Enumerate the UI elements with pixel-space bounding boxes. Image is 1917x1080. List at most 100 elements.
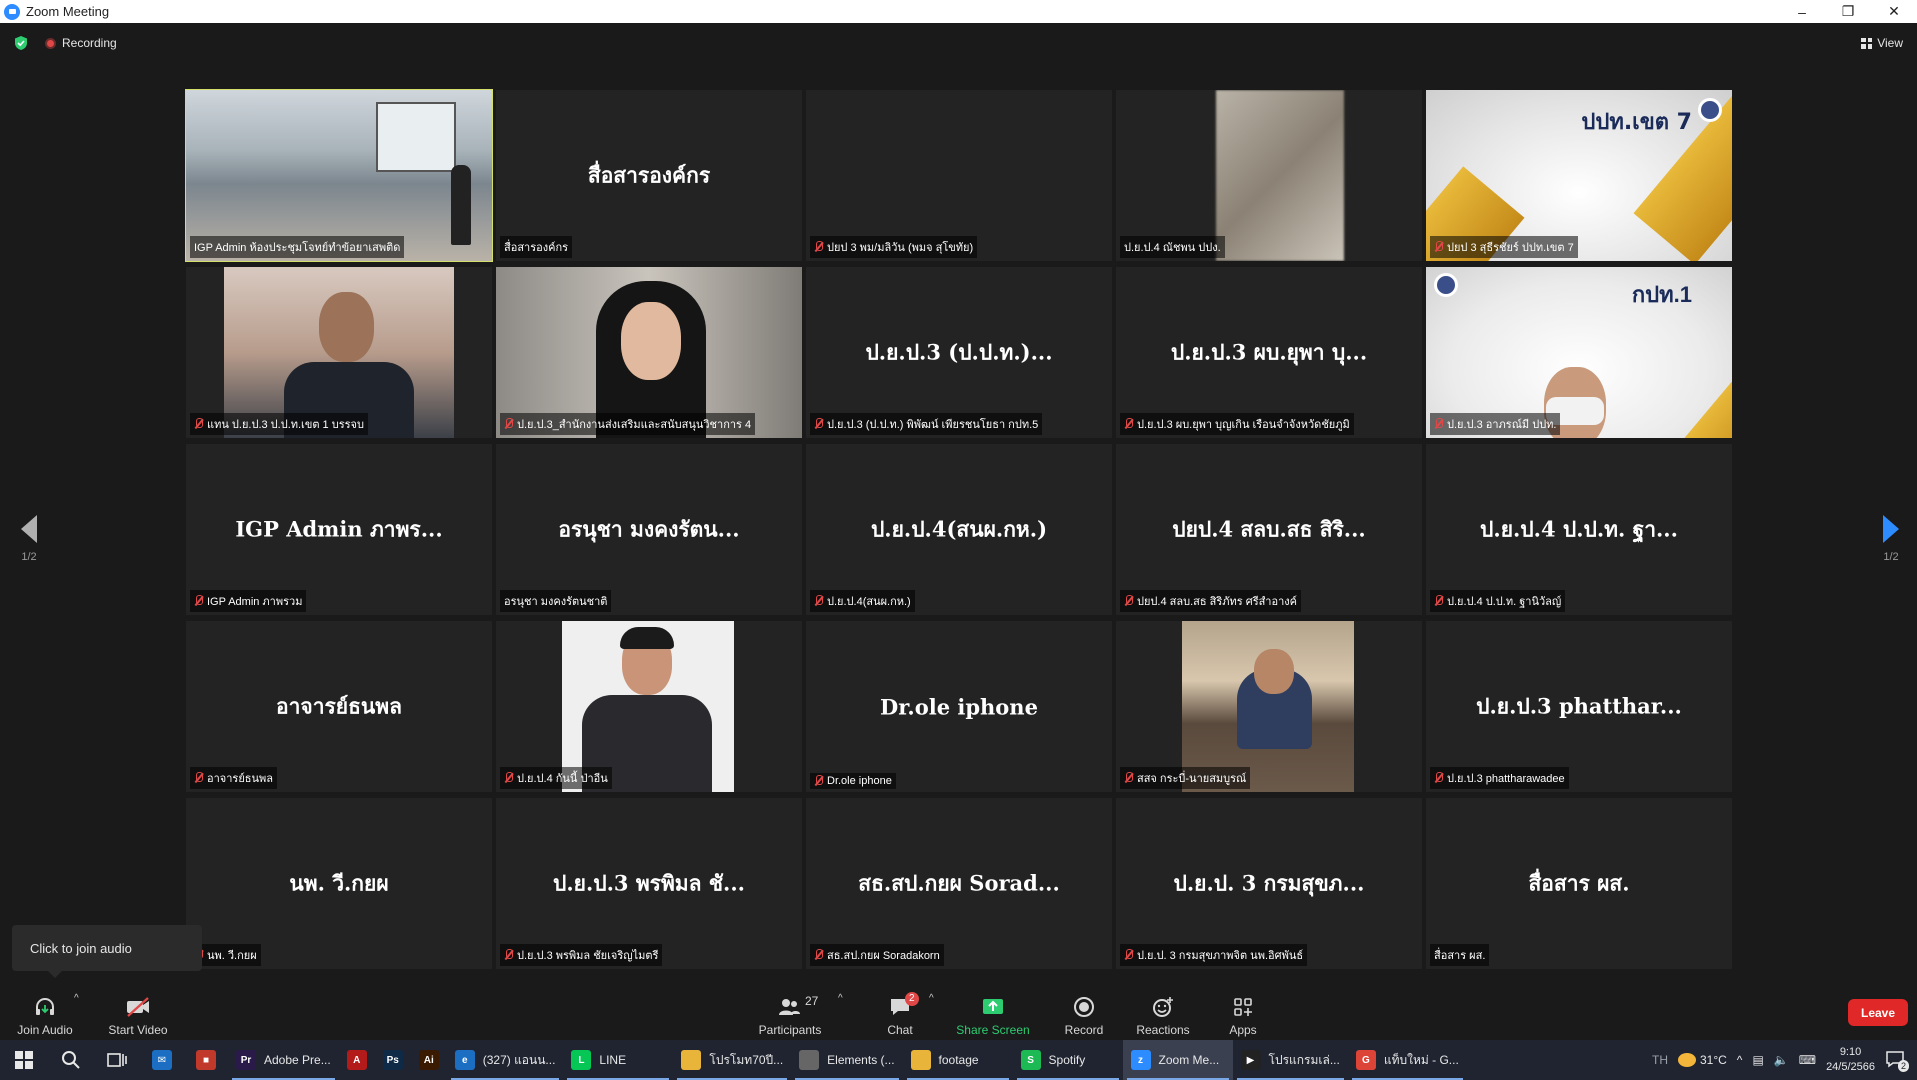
close-button[interactable]: ✕ <box>1871 0 1917 23</box>
taskbar-mail-button[interactable]: ✉ <box>140 1040 184 1080</box>
clock-date: 24/5/2566 <box>1826 1061 1875 1073</box>
taskbar-app-button[interactable]: footage <box>903 1040 1013 1080</box>
participant-tile[interactable]: IGP Admin ภาพร... IGP Admin ภาพรวม <box>186 444 492 615</box>
participant-tile[interactable]: แทน ป.ย.ป.3 ป.ป.ท.เขต 1 บรรจบ <box>186 267 492 438</box>
mic-muted-icon <box>1434 772 1443 784</box>
participant-tile[interactable]: กปท.1 ป.ย.ป.3 อาภรณ์มี ปปท. <box>1426 267 1732 438</box>
next-page-button[interactable]: 1/2 <box>1880 515 1902 563</box>
join-audio-button[interactable]: Join Audio <box>14 989 76 1037</box>
participant-tile[interactable]: ป.ย.ป. 3 กรมสุขภ... ป.ย.ป. 3 กรมสุขภาพจิต… <box>1116 798 1422 969</box>
mic-muted-icon <box>1124 595 1133 607</box>
security-shield-icon[interactable] <box>13 35 29 51</box>
taskbar-app-button[interactable]: ■ <box>184 1040 228 1080</box>
mic-muted-icon <box>504 949 513 961</box>
volume-icon[interactable]: 🔈 <box>1774 1053 1789 1067</box>
reactions-label: Reactions <box>1136 1023 1190 1037</box>
participant-tile[interactable]: Dr.ole iphone Dr.ole iphone <box>806 621 1112 792</box>
chat-options-caret-icon[interactable]: ^ <box>929 993 934 1004</box>
taskbar-app-button[interactable]: Ai <box>411 1040 447 1080</box>
participant-name-tag: ป.ย.ป.4 ณัชพน ปปง. <box>1120 236 1225 258</box>
participant-tile[interactable]: ป.ย.ป.3_สำนักงานส่งเสริมและสนับสนุนวิชาก… <box>496 267 802 438</box>
taskbar-app-button[interactable]: e (327) แอนน... <box>447 1040 564 1080</box>
notifications-button[interactable]: 2 <box>1885 1050 1909 1072</box>
participant-tile[interactable]: อรนุชา มงคงรัตน... อรนุชา มงคงรัตนชาติ <box>496 444 802 615</box>
share-screen-label: Share Screen <box>956 1023 1030 1037</box>
chat-button[interactable]: 2 Chat <box>880 989 920 1037</box>
restore-button[interactable]: ❐ <box>1825 0 1871 23</box>
previous-page-button[interactable]: 1/2 <box>18 515 40 563</box>
participant-name-tag: IGP Admin ภาพรวม <box>190 590 307 612</box>
weather-widget[interactable]: 31°C <box>1677 1053 1727 1067</box>
taskbar-app-button[interactable]: z Zoom Me... <box>1122 1040 1233 1080</box>
participant-tile[interactable]: สื่อสาร ผส. สื่อสาร ผส. <box>1426 798 1732 969</box>
participant-tile[interactable]: ป.ย.ป.3 พรพิมล ชั... ป.ย.ป.3 พรพิมล ชัยเจ… <box>496 798 802 969</box>
chat-badge: 2 <box>905 992 919 1006</box>
record-label: Record <box>1064 1023 1104 1037</box>
participants-options-caret-icon[interactable]: ^ <box>838 993 843 1004</box>
participant-tile[interactable]: ป.ย.ป.3 phatthar... ป.ย.ป.3 phattharawade… <box>1426 621 1732 792</box>
participant-tile[interactable]: IGP Admin ห้องประชุมโจทย์ทำข้อยาเสพติด <box>185 89 493 262</box>
taskbar-app-button[interactable]: Pr Adobe Pre... <box>228 1040 339 1080</box>
taskbar-app-button[interactable]: ▶ โปรแกรมเล่... <box>1233 1040 1348 1080</box>
minimize-button[interactable]: – <box>1779 0 1825 23</box>
start-button[interactable] <box>0 1040 48 1080</box>
participant-name: ป.ย.ป. 3 กรมสุขภาพจิต นพ.อิศพันธ์ <box>1137 950 1304 962</box>
participant-tile[interactable]: ป.ย.ป.3 ผบ.ยุพา บุ... ป.ย.ป.3 ผบ.ยุพา บุญ… <box>1116 267 1422 438</box>
taskbar-app-button[interactable]: L LINE <box>563 1040 673 1080</box>
participant-name-tag: ป.ย.ป.4 กันนี้ ป่าอีน <box>500 767 612 789</box>
participant-tile[interactable]: สสจ กระบี่-นายสมบูรณ์ <box>1116 621 1422 792</box>
clock[interactable]: 9:10 24/5/2566 <box>1826 1045 1875 1075</box>
participant-tile[interactable]: ป.ย.ป.4(สนผ.กห.) ป.ย.ป.4(สนผ.กห.) <box>806 444 1112 615</box>
tray-expand-icon[interactable]: ^ <box>1737 1053 1743 1067</box>
taskbar-app-label: (327) แอนน... <box>482 1052 556 1067</box>
view-button[interactable]: View <box>1861 36 1903 50</box>
leave-button[interactable]: Leave <box>1848 999 1908 1026</box>
participant-display-name: ป.ย.ป.3 พรพิมล ชั... <box>553 870 745 895</box>
task-view-button[interactable] <box>94 1040 140 1080</box>
participant-display-name: Dr.ole iphone <box>880 694 1038 719</box>
participant-tile[interactable]: ปยป.4 สลบ.สธ สิริ... ปยป.4 สลบ.สธ สิริภัท… <box>1116 444 1422 615</box>
participant-tile[interactable]: ป.ย.ป.4 ป.ป.ท. ฐา... ป.ย.ป.4 ป.ป.ท. ฐานิว… <box>1426 444 1732 615</box>
participant-tile[interactable]: ป.ย.ป.3 (ป.ป.ท.)... ป.ย.ป.3 (ป.ป.ท.) พิพั… <box>806 267 1112 438</box>
language-indicator[interactable]: TH <box>1652 1053 1668 1067</box>
participant-display-name: อาจารย์ธนพล <box>276 693 402 718</box>
participants-label: Participants <box>758 1023 822 1037</box>
audio-options-caret-icon[interactable]: ^ <box>74 993 79 1004</box>
taskbar-app-button[interactable]: S Spotify <box>1013 1040 1123 1080</box>
taskbar-app-label: Zoom Me... <box>1158 1053 1220 1067</box>
participant-tile[interactable]: ป.ย.ป.4 ณัชพน ปปง. <box>1116 90 1422 261</box>
taskbar-app-button[interactable]: Ps <box>375 1040 411 1080</box>
record-button[interactable]: Record <box>1064 989 1104 1037</box>
participant-display-name: ป.ย.ป.3 (ป.ป.ท.)... <box>865 339 1053 364</box>
share-screen-icon <box>980 996 1006 1018</box>
taskbar-app-button[interactable]: G แท็บใหม่ - G... <box>1348 1040 1467 1080</box>
taskbar-app-button[interactable]: โปรโมท70ปี... <box>673 1040 791 1080</box>
participant-tile[interactable]: สธ.สป.กยผ Sorad... สธ.สป.กยผ Soradakorn <box>806 798 1112 969</box>
participant-display-name: IGP Admin ภาพร... <box>235 516 443 541</box>
participant-tile[interactable]: อาจารย์ธนพล อาจารย์ธนพล <box>186 621 492 792</box>
participant-name-tag: ป.ย.ป.4 ป.ป.ท. ฐานิวัลญ์ <box>1430 590 1566 612</box>
participant-name-tag: ปยป 3 พม/มลิวัน (พมจ สุโขทัย) <box>810 236 978 258</box>
taskbar-app-button[interactable]: Elements (... <box>791 1040 902 1080</box>
keyboard-icon[interactable]: ⌨ <box>1799 1053 1816 1067</box>
participant-tile[interactable]: ปยป 3 พม/มลิวัน (พมจ สุโขทัย) <box>806 90 1112 261</box>
taskbar-app-button[interactable]: A <box>339 1040 375 1080</box>
participant-tile[interactable]: นพ. วี.กยผ นพ. วี.กยผ <box>186 798 492 969</box>
start-video-button[interactable]: Start Video <box>106 989 170 1037</box>
share-screen-button[interactable]: Share Screen <box>956 989 1030 1037</box>
taskbar-app-icon <box>681 1050 702 1070</box>
taskbar-app-label: Spotify <box>1048 1053 1086 1067</box>
mic-muted-icon <box>814 595 823 607</box>
apps-button[interactable]: Apps <box>1224 989 1262 1037</box>
participant-tile[interactable]: ปปท.เขต 7 ปยป 3 สุธีรชัยร์ ปปท.เขต 7 <box>1426 90 1732 261</box>
participant-tile[interactable]: ป.ย.ป.4 กันนี้ ป่าอีน <box>496 621 802 792</box>
participant-tile[interactable]: สื่อสารองค์กร สื่อสารองค์กร <box>496 90 802 261</box>
participant-name-tag: สื่อสารองค์กร <box>500 236 573 258</box>
mic-muted-icon <box>1434 595 1443 607</box>
participants-button[interactable]: 27 Participants <box>756 989 824 1037</box>
taskbar-app-icon: A <box>346 1050 367 1070</box>
network-icon[interactable]: ▤ <box>1752 1053 1763 1067</box>
participant-name: ป.ย.ป.4(สนผ.กห.) <box>827 596 911 608</box>
taskbar-search-button[interactable] <box>48 1040 94 1080</box>
reactions-button[interactable]: Reactions <box>1136 989 1190 1037</box>
